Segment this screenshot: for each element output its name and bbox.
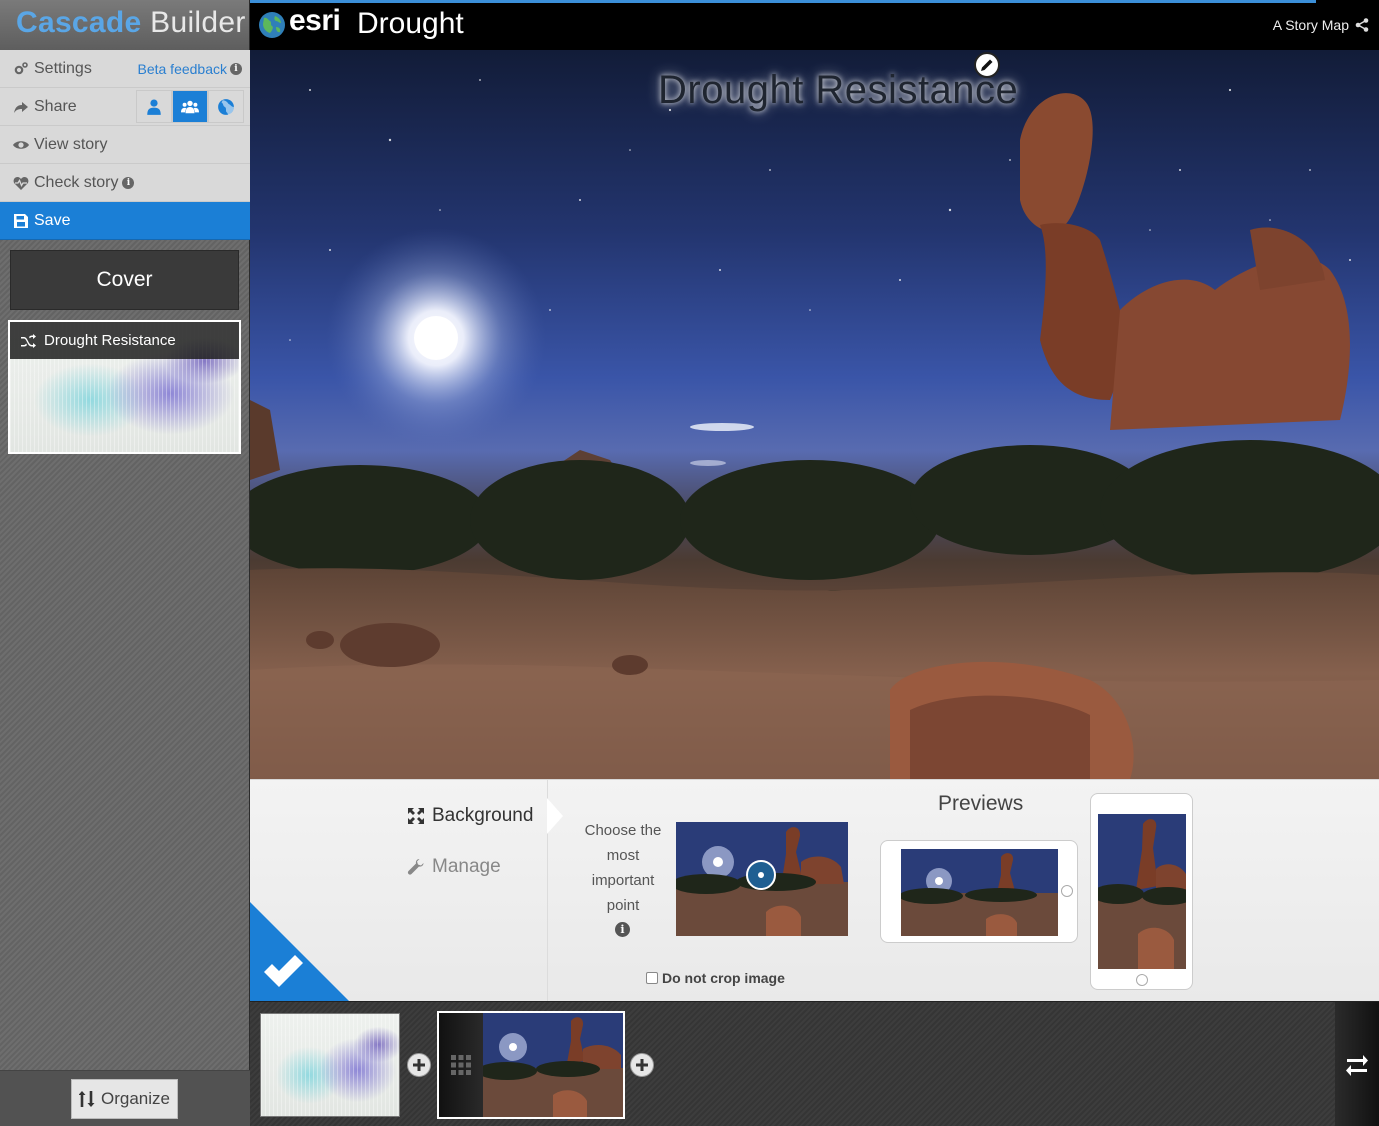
checkbox-box[interactable] [646,972,658,984]
organize-bar: Organize [0,1070,250,1126]
photo-thumbnail-image [483,1013,623,1117]
save-label: Save [34,211,71,229]
user-icon [147,98,161,115]
info-icon: i [615,922,630,937]
brand-name: Cascade [16,6,142,39]
story-map-share-link[interactable]: A Story Map [1273,17,1369,33]
sharing-level-group [136,90,244,123]
shuffle-icon [21,333,36,348]
wrench-icon [407,859,424,875]
story-header: esri Drought A Story Map [250,0,1379,50]
share-public-button[interactable] [208,90,244,123]
cover-label: Cover [96,268,153,291]
plus-icon [636,1059,648,1071]
share-menu-item[interactable]: Share [0,88,250,126]
edit-title-button[interactable] [974,52,1000,78]
check-story-menu-item[interactable]: Check story i [0,164,250,202]
info-icon: i [230,63,242,75]
active-tab-pointer [547,798,563,834]
share-icon [1355,18,1369,32]
pencil-icon [981,59,993,71]
phone-preview-scene [1098,814,1186,969]
cogs-icon [12,60,30,78]
eye-icon [12,136,30,154]
esri-logo-text: esri [289,4,341,37]
settings-menu-item[interactable]: Settings Beta feedback i [0,50,250,88]
tab-manage[interactable]: Manage [395,843,549,891]
share-private-button[interactable] [136,90,172,123]
add-section-button[interactable] [407,1053,431,1077]
sort-arrows-icon [79,1091,95,1107]
view-story-menu-item[interactable]: View story [0,126,250,164]
share-label: Share [34,97,77,115]
group-icon [181,100,199,113]
expand-icon [408,808,424,824]
tab-background-label: Background [432,805,534,826]
section-thumbnail-strip [250,1001,1379,1126]
toggle-strip-button[interactable] [1335,1002,1379,1126]
save-button[interactable]: Save [0,202,250,240]
builder-sidebar: Cascade Builder Settings Beta feedback i… [0,0,250,1126]
swap-arrows-icon [1346,1054,1368,1076]
section-tile-header: Drought Resistance [10,322,239,359]
previews-title: Previews [938,792,1024,815]
strip-photo-scene [483,1013,623,1117]
confirm-corner-button[interactable] [250,902,350,1001]
story-progress-bar [250,0,1316,3]
esri-globe-icon [259,12,285,38]
tablet-preview-screen [901,849,1058,936]
phone-home-button [1136,974,1148,986]
do-not-crop-label: Do not crop image [662,970,785,986]
heartbeat-icon [12,174,30,192]
map-thumbnail-image [261,1014,399,1116]
beta-feedback-link[interactable]: Beta feedback i [137,61,242,77]
do-not-crop-checkbox[interactable]: Do not crop image [646,970,785,986]
share-organization-button[interactable] [172,90,208,123]
builder-brand: Cascade Builder [0,0,249,50]
phone-preview [1090,793,1193,990]
section-tile-drought-resistance[interactable]: Drought Resistance [8,320,241,454]
check-story-label: Check story [34,173,119,191]
story-title: Drought [357,7,464,40]
plus-icon [413,1059,425,1071]
strip-map-thumbnail[interactable] [260,1013,400,1117]
tablet-preview-scene [901,849,1058,936]
panel-tabs: Background Manage [395,780,549,1001]
cover-section-tile[interactable]: Cover [10,250,239,310]
share-arrow-icon [12,98,30,116]
tablet-preview [880,840,1078,943]
tablet-home-button [1061,885,1073,897]
focal-point-info[interactable]: i [615,920,630,938]
background-settings-panel: Background Manage Choose the most import… [250,779,1379,1001]
cover-title[interactable]: Drought Resistance [658,68,1018,113]
settings-label: Settings [34,59,92,77]
phone-preview-screen [1098,814,1186,969]
focal-point-instruction: Choose the most important point [584,822,662,914]
tab-background[interactable]: Background [395,792,549,840]
organize-button[interactable]: Organize [71,1079,178,1119]
organize-label: Organize [101,1089,170,1108]
strip-photo-thumbnail[interactable] [437,1011,625,1119]
floppy-icon [12,212,30,230]
brand-suffix: Builder [150,6,246,39]
tab-manage-label: Manage [432,856,501,877]
add-section-button-end[interactable] [630,1053,654,1077]
cover-background-image[interactable]: Drought Resistance [250,50,1379,779]
globe-icon [218,98,234,115]
info-icon: i [122,176,135,189]
view-story-label: View story [34,135,108,153]
beta-feedback-label: Beta feedback [137,61,227,77]
focal-point-marker[interactable] [746,860,776,890]
section-tile-label: Drought Resistance [44,332,176,349]
grid-icon [451,1055,471,1075]
drag-handle[interactable] [439,1013,483,1117]
desert-night-scene [250,79,1379,779]
story-map-label: A Story Map [1272,17,1349,33]
